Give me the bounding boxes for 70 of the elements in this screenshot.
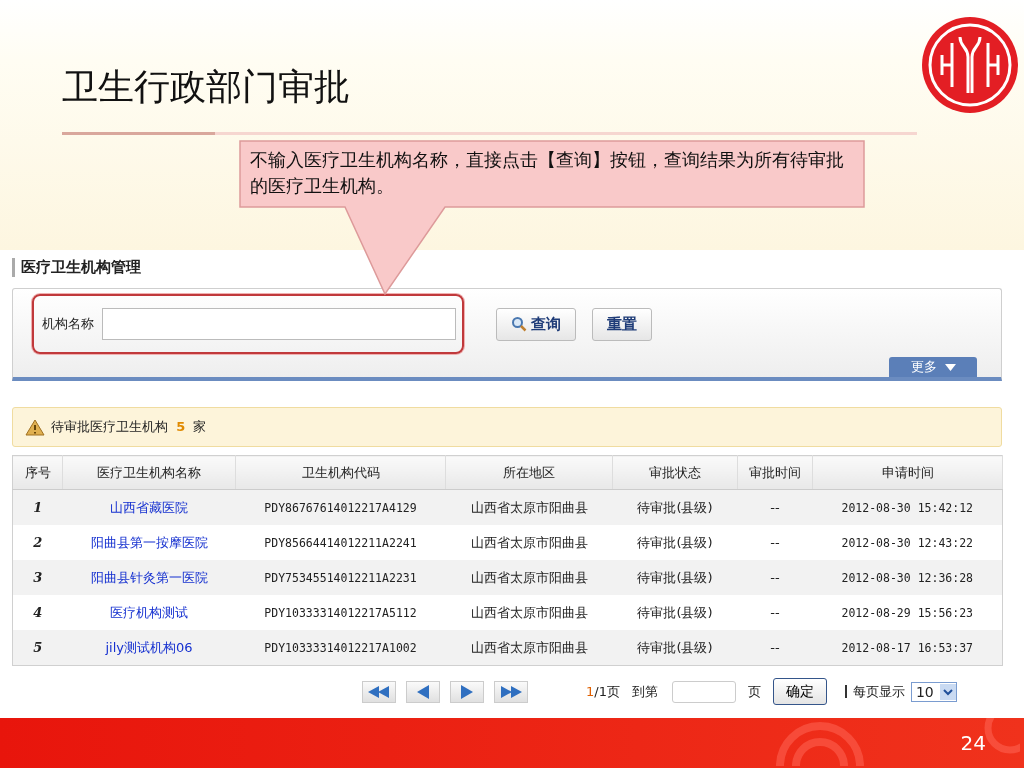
page-input[interactable] [671, 680, 736, 703]
column-header: 审批时间 [737, 455, 813, 490]
logo-icon [920, 15, 1020, 115]
table-cell: 待审批(县级) [637, 569, 713, 585]
caret-icon [944, 363, 956, 371]
table-cell: PDY75345514012211A2231 [264, 570, 417, 585]
page-info: 1/1页 [586, 682, 620, 701]
table-cell: PDY10333314012217A5112 [264, 605, 417, 620]
table-cell: 山西省太原市阳曲县 [470, 604, 588, 620]
page-number: 24 [960, 731, 986, 755]
table-cell: PDY85664414012211A2241 [264, 535, 417, 550]
search-panel-button[interactable]: 重置 [592, 307, 652, 341]
last-page-button[interactable] [494, 680, 528, 703]
table-cell: -- [770, 605, 780, 620]
table-cell: 待审批(县级) [637, 604, 713, 620]
table-cell: 待审批(县级) [637, 534, 713, 550]
table-cell: -- [770, 640, 780, 655]
column-header: 申请时间 [812, 455, 1003, 490]
more-button[interactable]: 更多 [889, 357, 977, 377]
table-cell: 2012-08-30 12:36:28 [841, 570, 974, 585]
table-cell: 山西省太原市阳曲县 [470, 499, 588, 515]
name-input[interactable] [102, 308, 456, 340]
column-header: 所在地区 [445, 455, 613, 490]
table-cell: 2012-08-29 15:56:23 [841, 605, 974, 620]
search-panel-button[interactable]: 查询 [496, 307, 576, 341]
slide-title: 卫生行政部门审批 [62, 65, 350, 109]
chevron-down-icon [939, 683, 956, 700]
field-label: 机构名称 [42, 315, 94, 333]
table-cell: 山西省太原市阳曲县 [470, 534, 588, 550]
column-header: 医疗卫生机构名称 [62, 455, 236, 490]
notice-text: 待审批医疗卫生机构 5 家 [51, 418, 207, 436]
table-cell: 1 [33, 500, 43, 515]
table-cell: 5 [33, 640, 43, 655]
table-cell: PDY86767614012217A4129 [264, 500, 417, 515]
goto-label: 到第 [631, 682, 658, 701]
table-cell: 山西省太原市阳曲县 [470, 569, 588, 585]
page-unit-label: 页 [747, 682, 761, 701]
column-header: 审批状态 [612, 455, 738, 490]
institution-link[interactable]: 山西省藏医院 [110, 499, 188, 515]
search-icon [511, 316, 527, 332]
per-page-label: 每页显示 [844, 685, 905, 698]
double-right-arrow-icon [500, 685, 522, 698]
warning-icon [25, 418, 45, 436]
table-cell: -- [770, 570, 780, 585]
confirm-button[interactable]: 确定 [772, 678, 827, 705]
table-cell: 2012-08-30 15:42:12 [841, 500, 974, 515]
first-page-button[interactable] [362, 680, 396, 703]
table-cell: -- [770, 500, 780, 515]
table-cell: 4 [33, 605, 43, 620]
column-header: 卫生机构代码 [235, 455, 446, 490]
table-cell: 待审批(县级) [637, 499, 713, 515]
table-cell: 2 [33, 535, 43, 550]
institution-link[interactable]: 阳曲县第一按摩医院 [90, 534, 208, 550]
table-cell: -- [770, 535, 780, 550]
callout-text: 不输入医疗卫生机构名称，直接点击【查询】按钮，查询结果为所有待审批的医疗卫生机构。 [250, 148, 845, 198]
table-cell: PDY10333314012217A1002 [264, 640, 417, 655]
table-cell: 3 [33, 570, 43, 585]
per-page-select[interactable]: 10 [910, 681, 957, 702]
right-arrow-icon [461, 684, 473, 699]
table-cell: 山西省太原市阳曲县 [470, 639, 588, 655]
previous-page-button[interactable] [406, 680, 440, 703]
table-cell: 2012-08-17 16:53:37 [841, 640, 974, 655]
column-header: 序号 [12, 455, 63, 490]
institution-link[interactable]: 医疗机构测试 [110, 604, 188, 620]
table-cell: 2012-08-30 12:43:22 [841, 535, 974, 550]
left-arrow-icon [417, 684, 429, 699]
next-page-button[interactable] [450, 680, 484, 703]
double-left-arrow-icon [368, 685, 390, 698]
table-cell: 待审批(县级) [637, 639, 713, 655]
panel-title: 医疗卫生机构管理 [12, 258, 141, 277]
